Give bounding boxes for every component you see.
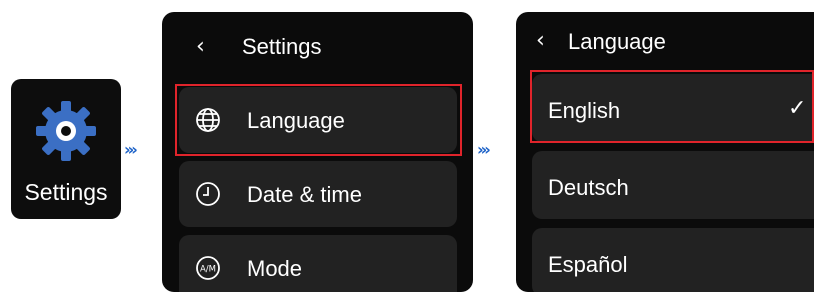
- language-item-espanol[interactable]: Español: [532, 228, 814, 292]
- app-tile-label: Settings: [24, 179, 108, 205]
- clock-icon: [196, 182, 220, 206]
- gear-icon: [36, 101, 96, 161]
- language-screen: ‹ Language English ✓ Deutsch Español: [516, 12, 814, 292]
- highlight-box: [175, 84, 462, 156]
- settings-item-label: Date & time: [247, 182, 362, 207]
- svg-text:A/M: A/M: [200, 265, 216, 275]
- page-title: Settings: [242, 34, 322, 59]
- language-item-label: Deutsch: [548, 175, 629, 200]
- back-button[interactable]: ‹: [196, 34, 205, 59]
- back-button[interactable]: ‹: [536, 28, 545, 53]
- highlight-box: [530, 70, 814, 143]
- am-pm-icon: A/M: [196, 256, 220, 280]
- settings-item-mode[interactable]: A/M Mode: [179, 235, 457, 292]
- flow-arrow-icon: ›››: [124, 140, 138, 159]
- page-title: Language: [568, 29, 666, 54]
- settings-app-tile[interactable]: Settings: [11, 79, 121, 219]
- language-item-label: Español: [548, 252, 628, 277]
- settings-item-date-time[interactable]: Date & time: [179, 161, 457, 227]
- settings-item-label: Mode: [247, 256, 303, 281]
- language-item-deutsch[interactable]: Deutsch: [532, 151, 814, 219]
- flow-arrow-icon: ›››: [477, 140, 491, 159]
